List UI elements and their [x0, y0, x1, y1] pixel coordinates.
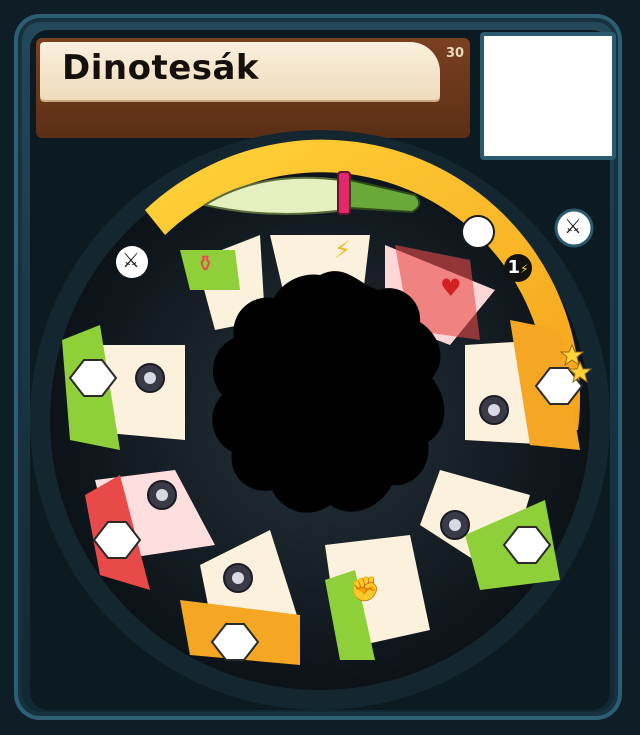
status-circle[interactable] [461, 215, 495, 249]
lightning-icon: ⚡ [334, 236, 351, 264]
center-cog [212, 271, 445, 513]
potion-icon: ⚱ [196, 252, 215, 277]
game-card: Dinotesák 30 ⚔ ⚔ 1⚡ ⚡ ⚱ ♥ ✊ [0, 0, 640, 735]
sword-icon: ⚔ [122, 248, 140, 272]
fist-icon: ✊ [350, 575, 380, 603]
ability-wheel [30, 130, 610, 710]
heart-icon: ♥ [440, 274, 462, 302]
sword-icon: ⚔ [564, 214, 582, 238]
energy-cost-badge: 1⚡ [504, 254, 532, 282]
